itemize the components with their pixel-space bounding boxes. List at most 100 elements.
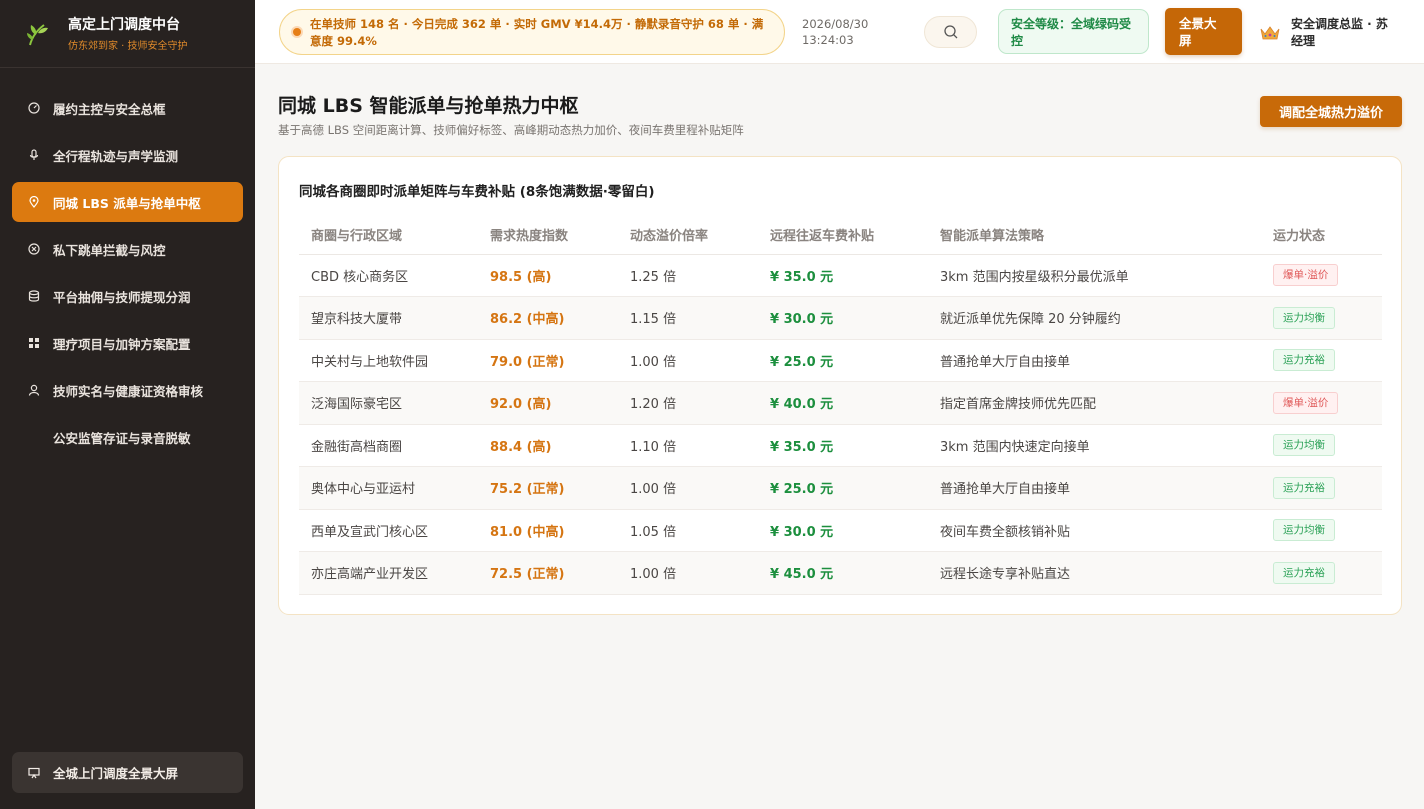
sidebar-item-commission[interactable]: 平台抽佣与技师提现分润 [12, 276, 243, 316]
cell-status: 运力均衡 [1261, 509, 1382, 552]
status-badge: 运力均衡 [1273, 306, 1335, 329]
cell-fee: ¥ 25.0 元 [758, 339, 928, 382]
sidebar-item-label: 技师实名与健康证资格审核 [53, 383, 204, 399]
sidebar-item-trajectory[interactable]: 全行程轨迹与声学监测 [12, 135, 243, 175]
column-header: 远程往返车费补贴 [758, 215, 928, 255]
cell-fee: ¥ 30.0 元 [758, 296, 928, 340]
cell-area: 泛海国际豪宅区 [299, 381, 478, 425]
ticker-text: 在单技师 148 名 · 今日完成 362 单 · 实时 GMV ¥14.4万 … [310, 17, 764, 48]
cell-fee: ¥ 30.0 元 [758, 509, 928, 552]
cell-rate: 1.20 倍 [618, 381, 758, 425]
table-row[interactable]: 泛海国际豪宅区 92.0 (高) 1.20 倍 ¥ 40.0 元 指定首席金牌技… [299, 381, 1382, 425]
table-row[interactable]: 亦庄高端产业开发区 72.5 (正常) 1.00 倍 ¥ 45.0 元 远程长途… [299, 551, 1382, 595]
status-badge: 爆单·溢价 [1273, 264, 1339, 287]
page-title: 同城 LBS 智能派单与抢单热力中枢 [278, 95, 579, 117]
cell-heat: 79.0 (正常) [478, 339, 618, 382]
cell-fee: ¥ 35.0 元 [758, 254, 928, 297]
table-row[interactable]: 西单及宣武门核心区 81.0 (中高) 1.05 倍 ¥ 30.0 元 夜间车费… [299, 509, 1382, 552]
sidebar-item-label: 平台抽佣与技师提现分润 [53, 289, 191, 305]
search-button[interactable] [924, 16, 977, 48]
user-icon [28, 384, 40, 396]
cell-strategy: 远程长途专享补贴直达 [928, 551, 1261, 595]
cell-fee: ¥ 40.0 元 [758, 381, 928, 425]
cell-area: 亦庄高端产业开发区 [299, 551, 478, 595]
safety-level-badge: 安全等级：全域绿码受控 [998, 9, 1149, 54]
cell-status: 运力均衡 [1261, 424, 1382, 467]
table-body: CBD 核心商务区 98.5 (高) 1.25 倍 ¥ 35.0 元 3km 范… [299, 254, 1382, 595]
column-header: 智能派单算法策略 [928, 215, 1261, 255]
fullscreen-button[interactable]: 全景大屏 [1165, 8, 1242, 55]
table-row[interactable]: 望京科技大厦带 86.2 (中高) 1.15 倍 ¥ 30.0 元 就近派单优先… [299, 296, 1382, 340]
live-dot-icon [293, 28, 301, 36]
datetime: 2026/08/30 13:24:03 [802, 16, 868, 48]
sidebar-item-therapy-config[interactable]: 理疗项目与加钟方案配置 [12, 323, 243, 363]
cell-status: 爆单·溢价 [1261, 381, 1382, 425]
cell-rate: 1.00 倍 [618, 339, 758, 382]
dispatch-matrix-card: 同城各商圈即时派单矩阵与车费补贴 (8条饱满数据·零留白) 商圈与行政区域 需求… [278, 156, 1402, 615]
crown-icon [1260, 26, 1280, 40]
dispatch-table: 商圈与行政区域 需求热度指数 动态溢价倍率 远程往返车费补贴 智能派单算法策略 … [299, 215, 1382, 595]
cell-area: CBD 核心商务区 [299, 254, 478, 297]
search-icon [943, 25, 957, 39]
fullscreen-dashboard-button[interactable]: 全城上门调度全景大屏 [12, 752, 243, 793]
cell-heat: 88.4 (高) [478, 424, 618, 467]
table-row[interactable]: 奥体中心与亚运村 75.2 (正常) 1.00 倍 ¥ 25.0 元 普通抢单大… [299, 466, 1382, 510]
database-icon [28, 290, 40, 302]
current-time: 13:24:03 [802, 33, 854, 47]
sidebar-item-risk-control[interactable]: 私下跳单拦截与风控 [12, 229, 243, 269]
table-row[interactable]: 金融街高档商圈 88.4 (高) 1.10 倍 ¥ 35.0 元 3km 范围内… [299, 424, 1382, 467]
dashboard-icon [28, 102, 40, 114]
cell-strategy: 3km 范围内快速定向接单 [928, 424, 1261, 467]
cell-heat: 98.5 (高) [478, 254, 618, 297]
cell-fee: ¥ 25.0 元 [758, 466, 928, 510]
sidebar-item-fulfillment[interactable]: 履约主控与安全总框 [12, 88, 243, 128]
cell-rate: 1.05 倍 [618, 509, 758, 552]
page-subtitle: 基于高德 LBS 空间距离计算、技师偏好标签、高峰期动态热力加价、夜间车费里程补… [278, 123, 744, 137]
cell-fee: ¥ 45.0 元 [758, 551, 928, 595]
brand-subtitle: 仿东郊到家 · 技师安全守护 [68, 40, 188, 52]
cell-strategy: 普通抢单大厅自由接单 [928, 466, 1261, 510]
sidebar-item-lbs-dispatch[interactable]: 同城 LBS 派单与抢单中枢 [12, 182, 243, 222]
column-header: 商圈与行政区域 [299, 215, 478, 255]
cell-status: 运力充裕 [1261, 339, 1382, 382]
cell-heat: 75.2 (正常) [478, 466, 618, 510]
table-header-row: 商圈与行政区域 需求热度指数 动态溢价倍率 远程往返车费补贴 智能派单算法策略 … [299, 215, 1382, 255]
sidebar-item-verification[interactable]: 技师实名与健康证资格审核 [12, 370, 243, 410]
fullscreen-dashboard-label: 全城上门调度全景大屏 [53, 766, 179, 781]
cell-rate: 1.25 倍 [618, 254, 758, 297]
sidebar-item-label: 私下跳单拦截与风控 [53, 242, 166, 258]
sidebar-item-label: 履约主控与安全总框 [53, 101, 166, 117]
cell-fee: ¥ 35.0 元 [758, 424, 928, 467]
user-profile[interactable]: 安全调度总监 · 苏经理 [1260, 16, 1400, 50]
cell-heat: 81.0 (中高) [478, 509, 618, 552]
cell-status: 运力均衡 [1261, 296, 1382, 340]
brand-title: 高定上门调度中台 [68, 16, 180, 33]
cell-strategy: 就近派单优先保障 20 分钟履约 [928, 296, 1261, 340]
cell-rate: 1.00 倍 [618, 466, 758, 510]
user-name: 安全调度总监 · 苏经理 [1291, 17, 1388, 48]
status-badge: 运力充裕 [1273, 561, 1335, 584]
sidebar-item-label: 同城 LBS 派单与抢单中枢 [53, 195, 201, 211]
cell-strategy: 3km 范围内按星级积分最优派单 [928, 254, 1261, 297]
sidebar-item-police-evidence[interactable]: 公安监管存证与录音脱敏 [12, 417, 243, 457]
monitor-icon [28, 767, 40, 778]
location-pin-icon [28, 196, 40, 208]
cell-status: 运力充裕 [1261, 466, 1382, 510]
cell-rate: 1.10 倍 [618, 424, 758, 467]
topbar: 在单技师 148 名 · 今日完成 362 单 · 实时 GMV ¥14.4万 … [255, 0, 1424, 64]
card-title: 同城各商圈即时派单矩阵与车费补贴 (8条饱满数据·零留白) [299, 184, 655, 200]
status-badge: 运力充裕 [1273, 349, 1335, 372]
cell-heat: 72.5 (正常) [478, 551, 618, 595]
table-row[interactable]: CBD 核心商务区 98.5 (高) 1.25 倍 ¥ 35.0 元 3km 范… [299, 254, 1382, 297]
cell-status: 运力充裕 [1261, 551, 1382, 595]
status-badge: 爆单·溢价 [1273, 391, 1339, 414]
adjust-premium-button[interactable]: 调配全城热力溢价 [1260, 96, 1402, 127]
cell-rate: 1.15 倍 [618, 296, 758, 340]
microphone-icon [28, 149, 40, 161]
status-badge: 运力均衡 [1273, 519, 1335, 542]
current-date: 2026/08/30 [802, 17, 869, 31]
table-row[interactable]: 中关村与上地软件园 79.0 (正常) 1.00 倍 ¥ 25.0 元 普通抢单… [299, 339, 1382, 382]
grid-icon [28, 337, 40, 349]
live-status-ticker: 在单技师 148 名 · 今日完成 362 单 · 实时 GMV ¥14.4万 … [279, 9, 785, 55]
brand: 高定上门调度中台 仿东郊到家 · 技师安全守护 [0, 0, 255, 68]
